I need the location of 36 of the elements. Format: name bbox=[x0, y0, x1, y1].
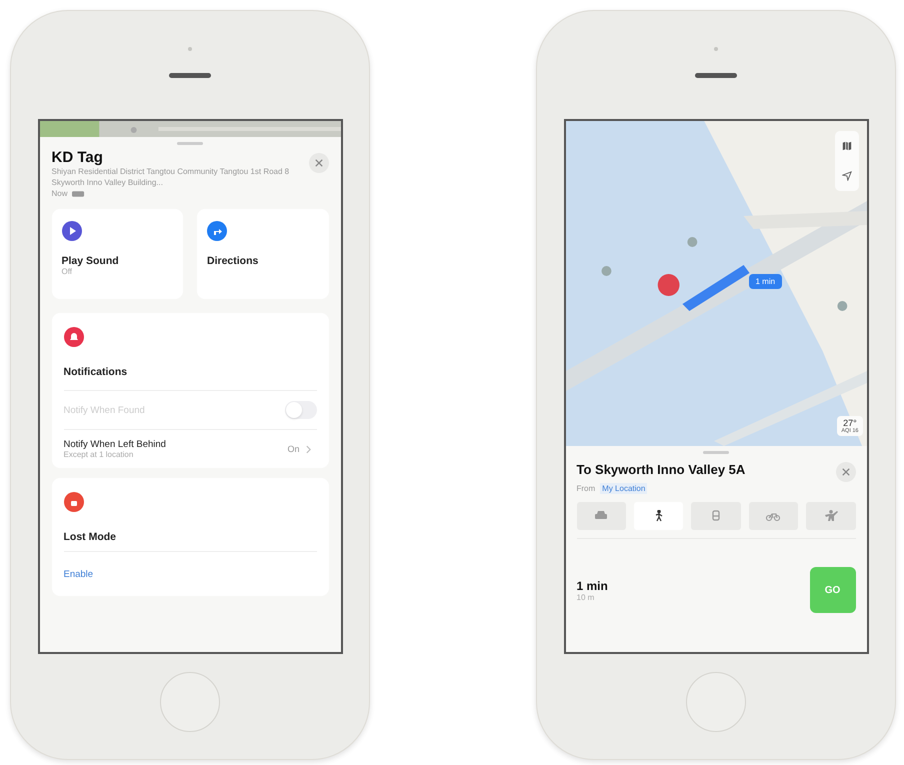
update-time: Now bbox=[52, 188, 68, 199]
section-title: Notifications bbox=[64, 366, 128, 378]
camera-dot bbox=[714, 47, 718, 51]
setting-value: On bbox=[287, 444, 300, 454]
walk-mode-tab[interactable] bbox=[634, 502, 684, 530]
route-time: 1 min bbox=[576, 578, 608, 592]
origin-link[interactable]: My Location bbox=[600, 483, 648, 494]
action-card[interactable]: Play Sound Off bbox=[52, 209, 183, 299]
map-icon[interactable] bbox=[842, 141, 852, 151]
car-mode-tab[interactable] bbox=[576, 502, 626, 530]
from-label: From bbox=[576, 483, 596, 494]
route-time-badge: 1 min bbox=[748, 274, 782, 289]
setting-subtitle: Except at 1 location bbox=[64, 450, 134, 459]
bike-mode-tab[interactable] bbox=[748, 502, 798, 530]
transit-mode-tab[interactable] bbox=[691, 502, 741, 530]
destination-title: To Skyworth Inno Valley 5A bbox=[576, 462, 746, 477]
route-distance: 10 m bbox=[576, 592, 596, 602]
close-icon bbox=[842, 468, 850, 476]
speaker-slot bbox=[169, 73, 211, 78]
item-title: KD Tag bbox=[52, 149, 104, 166]
chevron-icon bbox=[306, 444, 310, 454]
car-icon bbox=[593, 510, 610, 522]
location-arrow-icon[interactable] bbox=[842, 171, 852, 181]
section-title: Lost Mode bbox=[64, 531, 117, 543]
person-icon bbox=[822, 510, 839, 522]
close-button[interactable] bbox=[308, 153, 328, 173]
speaker-slot bbox=[695, 73, 737, 78]
ride-mode-tab[interactable] bbox=[806, 502, 856, 530]
action-card[interactable]: Directions bbox=[197, 209, 328, 299]
battery-icon bbox=[72, 190, 85, 196]
setting-label[interactable]: Notify When Left Behind bbox=[64, 439, 282, 450]
enable-link[interactable]: Enable bbox=[64, 569, 94, 580]
camera-dot bbox=[188, 47, 192, 51]
address-text: Shiyan Residential District Tangtou Community Tangtou 1st Road 8 Skyworth Inno Valley Building... bbox=[52, 166, 290, 188]
close-icon bbox=[314, 159, 322, 167]
close-button[interactable] bbox=[836, 462, 856, 482]
